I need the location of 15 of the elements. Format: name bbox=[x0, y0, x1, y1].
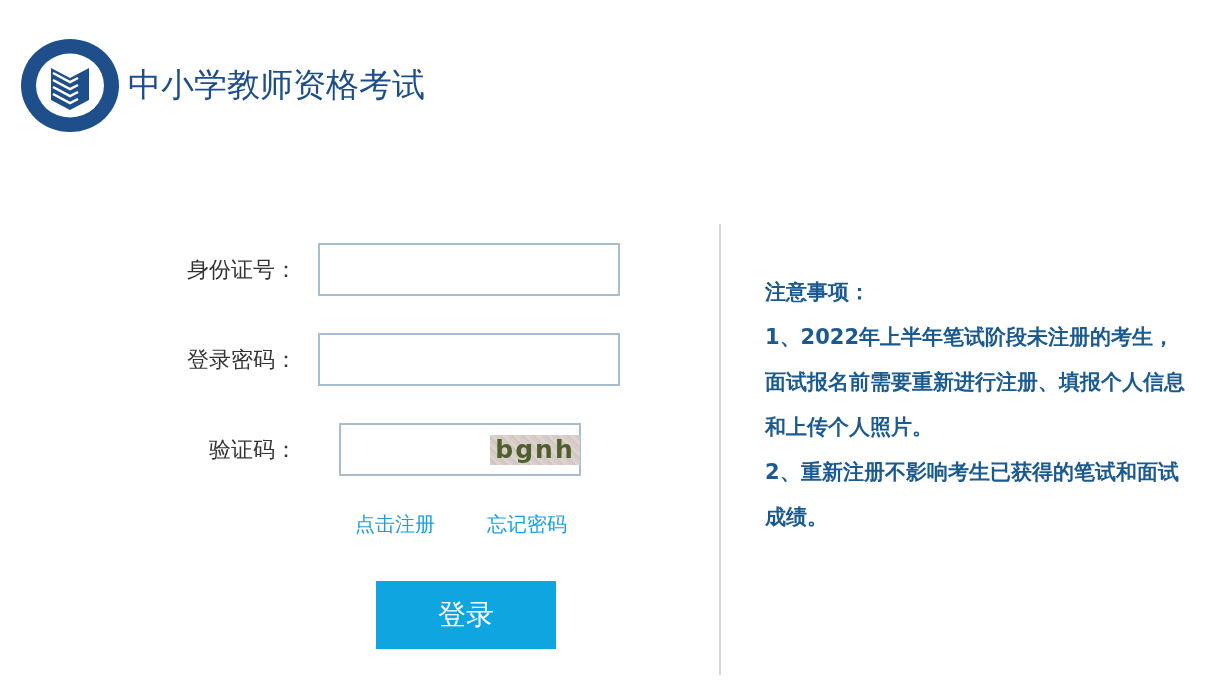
notice-item: 1、2022年上半年笔试阶段未注册的考生，面试报名前需要重新进行注册、填报个人信息和上传个人照片。 bbox=[765, 324, 1186, 441]
captcha-image[interactable]: bgnh bbox=[490, 434, 580, 465]
login-button[interactable]: 登录 bbox=[376, 581, 556, 649]
notice-item: 2、重新注册不影响考生已获得的笔试和面试成绩。 bbox=[765, 459, 1180, 531]
field-label: 身份证号： bbox=[187, 255, 297, 284]
site-title: 中小学教师资格考试 bbox=[128, 64, 425, 106]
text-link[interactable]: 忘记密码 bbox=[487, 511, 567, 538]
password-input[interactable] bbox=[318, 333, 620, 386]
field-label: 验证码： bbox=[209, 435, 297, 464]
notice-title: 注意事项： bbox=[765, 279, 871, 306]
field-label: 登录密码： bbox=[187, 345, 297, 374]
book-emblem-icon bbox=[20, 38, 120, 133]
captcha-input[interactable]: bgnh bbox=[339, 423, 581, 476]
text-link[interactable]: 点击注册 bbox=[355, 511, 435, 538]
id-number-input[interactable] bbox=[318, 243, 620, 296]
